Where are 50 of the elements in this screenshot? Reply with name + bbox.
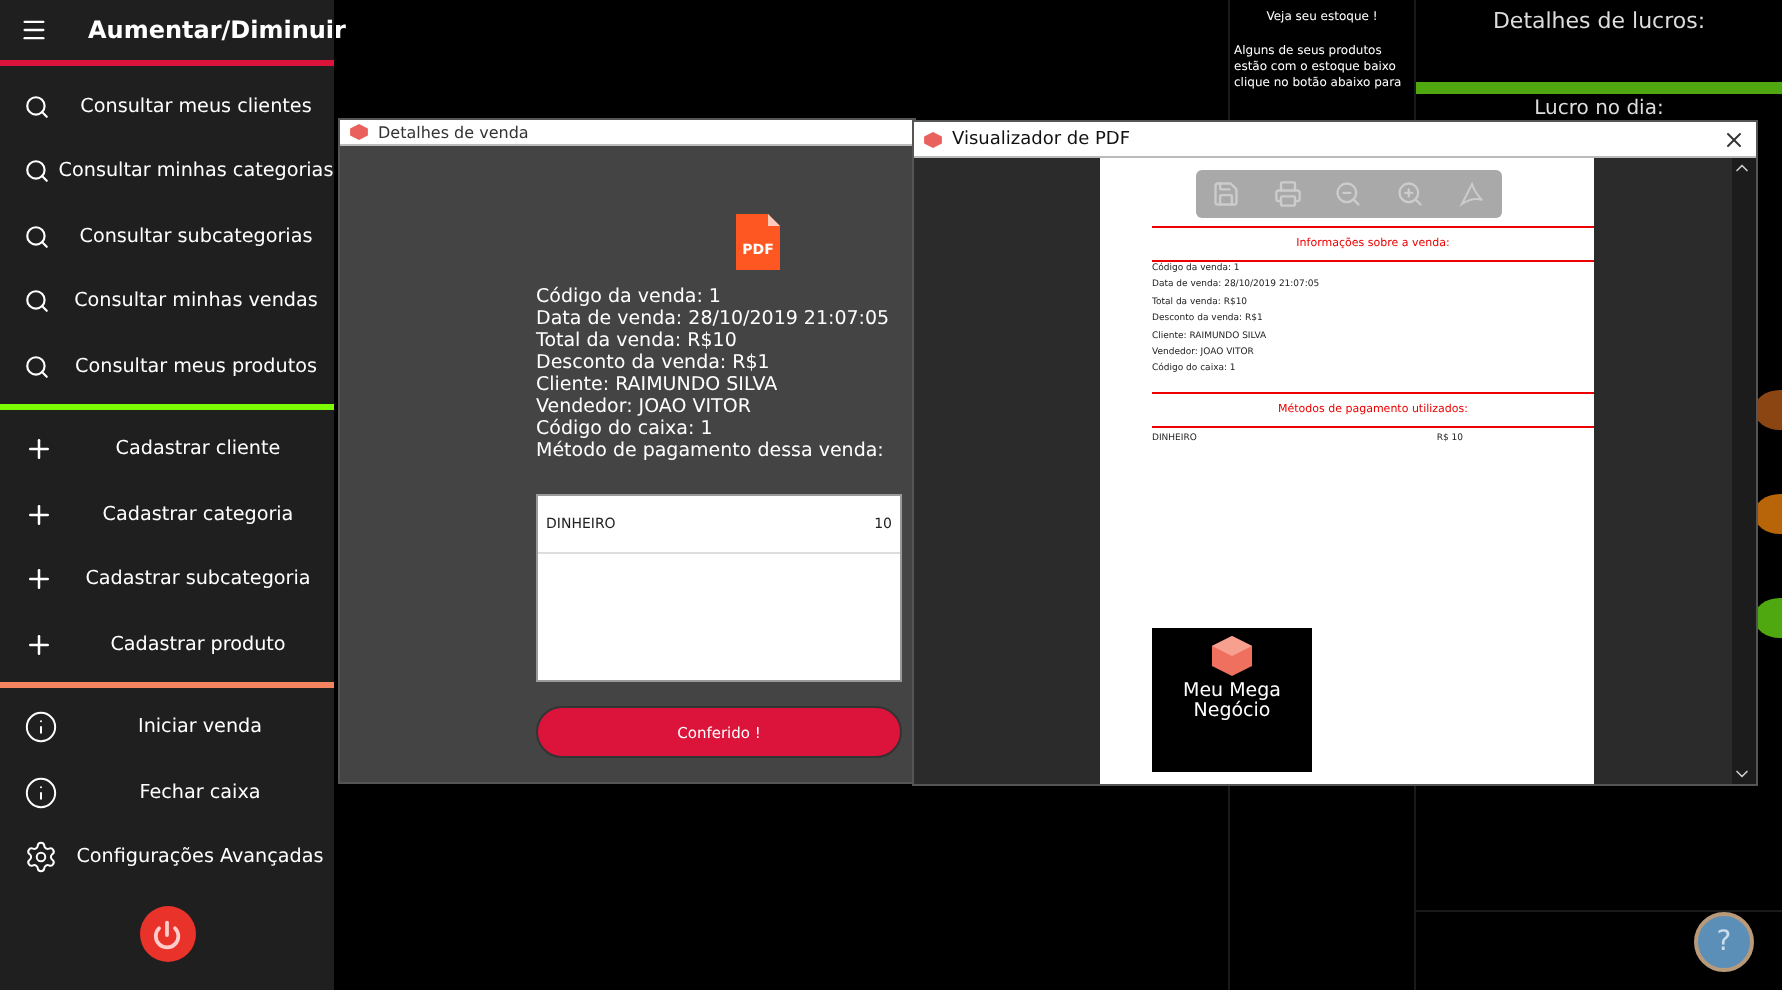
menu-item[interactable]: Cadastrar produto — [0, 612, 334, 677]
sidebar-title: Aumentar/Diminuir — [88, 16, 346, 44]
scrollbar[interactable] — [1732, 158, 1756, 784]
save-icon[interactable] — [1212, 180, 1241, 208]
plus-icon — [24, 434, 54, 465]
sale-detail: Código da venda: 1 — [536, 286, 723, 308]
menu-item[interactable]: Cadastrar categoria — [0, 482, 334, 547]
sale-detail: Código do caixa: 1 — [536, 418, 715, 440]
cube-icon — [350, 124, 368, 140]
search-icon — [24, 353, 50, 380]
sale-detail: Método de pagamento dessa venda: — [536, 440, 886, 462]
menu-item[interactable]: Consultar minhas categorias — [0, 139, 334, 204]
power-button[interactable] — [139, 906, 195, 962]
menu-item[interactable]: Configurações Avançadas — [0, 825, 334, 890]
sale-detail: Vendedor: JOAO VITOR — [536, 396, 753, 418]
sale-detail: Total da venda: R$10 — [536, 330, 739, 352]
search-icon — [24, 223, 50, 250]
window-title: Detalhes de venda — [378, 123, 531, 141]
plus-icon — [24, 629, 54, 660]
menu-item[interactable]: Cadastrar cliente — [0, 417, 334, 482]
settings-icon — [24, 840, 58, 875]
info-icon — [24, 710, 58, 745]
menu-icon[interactable] — [20, 16, 48, 44]
menu-item[interactable]: Consultar subcategorias — [0, 204, 334, 269]
zoom-in-icon[interactable] — [1396, 180, 1425, 208]
plus-icon — [24, 564, 54, 595]
close-icon[interactable] — [1722, 127, 1746, 151]
printer-icon[interactable] — [1273, 180, 1302, 208]
menu-item[interactable]: Consultar meus clientes — [0, 74, 334, 139]
zoom-out-icon[interactable] — [1334, 180, 1363, 208]
window-title: Visualizador de PDF — [952, 129, 1133, 149]
menu-item[interactable]: Consultar meus produtos — [0, 334, 334, 399]
cube-icon — [1212, 636, 1252, 677]
sale-detail: Data de venda: 28/10/2019 21:07:05 — [536, 308, 892, 330]
menu-item[interactable]: Fechar caixa — [0, 760, 334, 825]
logo-text: Meu Mega Negócio — [1182, 682, 1282, 723]
plus-icon — [24, 499, 54, 530]
search-icon — [24, 158, 50, 185]
menu-item[interactable]: Consultar minhas vendas — [0, 269, 334, 334]
profit-title: Detalhes de lucros: — [1492, 8, 1706, 34]
info-icon — [24, 775, 58, 810]
search-icon — [24, 288, 50, 315]
search-icon — [24, 93, 50, 120]
sale-detail: Desconto da venda: R$1 — [536, 352, 772, 374]
sale-detail: Cliente: RAIMUNDO SILVA — [536, 374, 780, 396]
cube-icon — [924, 131, 942, 147]
menu-item[interactable]: Cadastrar subcategoria — [0, 547, 334, 612]
menu-item[interactable]: Iniciar venda — [0, 695, 334, 760]
power-icon — [152, 919, 182, 949]
profit-subtitle: Lucro no dia: — [1534, 98, 1664, 120]
